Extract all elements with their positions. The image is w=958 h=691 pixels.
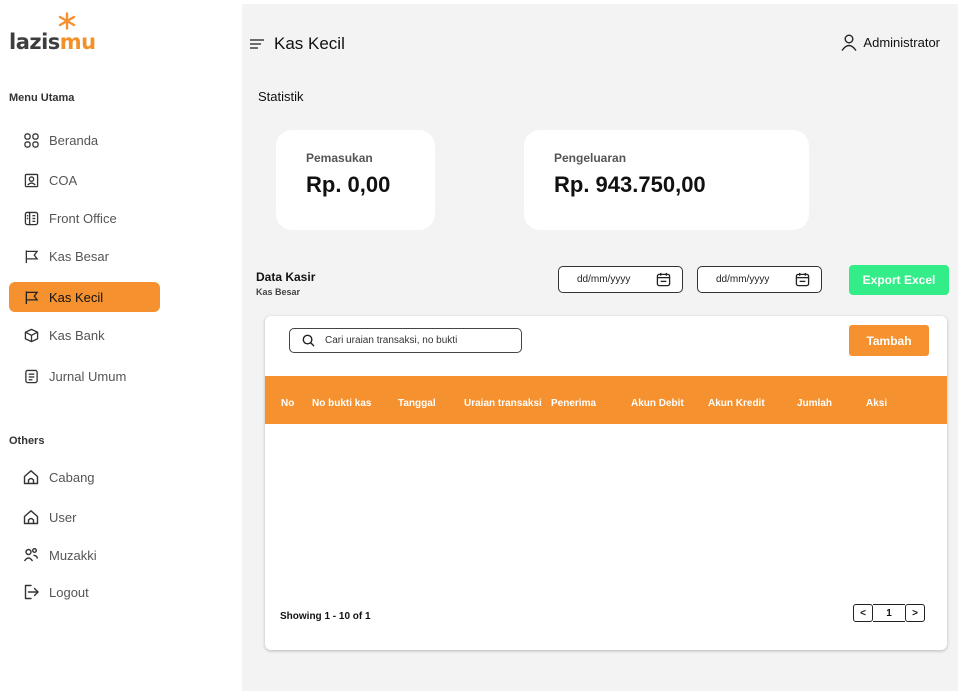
search-placeholder: Cari uraian transaksi, no bukti [325, 335, 458, 346]
home-icon [23, 469, 39, 485]
sidebar-item-label: Kas Besar [49, 248, 109, 264]
col-aksi: Aksi [866, 398, 888, 409]
col-no: No [281, 398, 295, 409]
logo-star-icon [58, 12, 76, 30]
sidebar-item-label: Kas Kecil [49, 289, 104, 305]
cube-icon [23, 327, 39, 343]
col-uraian-transaksi: Uraian transaksi [464, 398, 542, 409]
table-panel [265, 316, 947, 650]
sidebar-item-kas-kecil[interactable]: Kas Kecil [9, 282, 160, 312]
sidebar-item-label: COA [49, 172, 78, 188]
sidebar-item-beranda[interactable]: Beranda [9, 125, 160, 155]
search-input[interactable]: Cari uraian transaksi, no bukti [289, 328, 522, 353]
expense-card: Pengeluaran Rp. 943.750,00 [524, 130, 809, 230]
menu-utama-label: Menu Utama [9, 92, 75, 104]
sidebar-item-label: Front Office [49, 210, 117, 226]
data-kasir-subtitle: Kas Besar [256, 287, 301, 297]
page-title: Kas Kecil [274, 34, 345, 53]
id-card-icon [23, 172, 39, 188]
document-icon [23, 368, 39, 384]
sidebar-item-label: Kas Bank [49, 327, 105, 343]
calendar-icon[interactable] [656, 272, 671, 287]
income-card: Pemasukan Rp. 0,00 [276, 130, 435, 230]
sidebar-item-label: Jurnal Umum [49, 368, 127, 384]
col-no-bukti-kas: No bukti kas [312, 398, 372, 409]
pagination: < 1 > [853, 604, 925, 622]
sidebar-item-kas-bank[interactable]: Kas Bank [9, 320, 160, 350]
data-kasir-title: Data Kasir [256, 270, 316, 284]
expense-value: Rp. 943.750,00 [554, 172, 706, 197]
date-to-placeholder: dd/mm/yyyy [716, 274, 770, 285]
logo-text: lazismu [9, 30, 96, 54]
col-tanggal: Tanggal [398, 398, 436, 409]
hamburger-icon[interactable] [250, 38, 264, 50]
current-page[interactable]: 1 [873, 604, 905, 622]
sidebar-item-label: Cabang [49, 469, 95, 485]
calendar-icon[interactable] [795, 272, 810, 287]
flag-icon [23, 289, 39, 305]
income-label: Pemasukan [306, 151, 373, 165]
building-icon [23, 210, 39, 226]
users-icon [23, 547, 39, 563]
col-akun-debit: Akun Debit [631, 398, 684, 409]
user-menu[interactable]: Administrator [841, 34, 940, 51]
sidebar-item-logout[interactable]: Logout [9, 577, 160, 607]
grid-icon [23, 132, 39, 148]
date-from-placeholder: dd/mm/yyyy [577, 274, 631, 285]
date-to-input[interactable]: dd/mm/yyyy [697, 266, 822, 293]
pagination-info: Showing 1 - 10 of 1 [280, 611, 371, 622]
add-button[interactable]: Tambah [849, 325, 929, 356]
sidebar-item-label: Logout [49, 584, 89, 600]
sidebar-item-cabang[interactable]: Cabang [9, 462, 160, 492]
stats-label: Statistik [258, 89, 304, 104]
sidebar-item-muzakki[interactable]: Muzakki [9, 540, 160, 570]
search-icon [302, 334, 315, 347]
sidebar-item-front-office[interactable]: Front Office [9, 203, 160, 233]
col-jumlah: Jumlah [797, 398, 833, 409]
sidebar-item-label: Muzakki [49, 547, 97, 563]
user-name: Administrator [863, 35, 940, 50]
table-header: No No bukti kas Tanggal Uraian transaksi… [265, 376, 947, 424]
export-excel-button[interactable]: Export Excel [849, 265, 949, 295]
col-akun-kredit: Akun Kredit [708, 398, 765, 409]
logo: lazismu [9, 12, 96, 54]
income-value: Rp. 0,00 [306, 172, 391, 197]
others-label: Others [9, 435, 45, 447]
sidebar-item-kas-besar[interactable]: Kas Besar [9, 241, 160, 271]
sidebar-item-label: Beranda [49, 132, 99, 148]
flag-icon [23, 248, 39, 264]
prev-page-button[interactable]: < [853, 604, 873, 622]
logout-icon [23, 584, 39, 600]
sidebar-item-user[interactable]: User [9, 502, 160, 532]
sidebar: lazismu Menu Utama Beranda COA Front Off… [0, 0, 240, 691]
sidebar-item-coa[interactable]: COA [9, 165, 160, 195]
col-penerima: Penerima [551, 398, 597, 409]
expense-label: Pengeluaran [554, 151, 627, 165]
date-from-input[interactable]: dd/mm/yyyy [558, 266, 683, 293]
sidebar-item-label: User [49, 509, 77, 525]
sidebar-item-jurnal-umum[interactable]: Jurnal Umum [9, 361, 160, 391]
user-icon [841, 34, 857, 51]
home-icon [23, 509, 39, 525]
next-page-button[interactable]: > [905, 604, 925, 622]
